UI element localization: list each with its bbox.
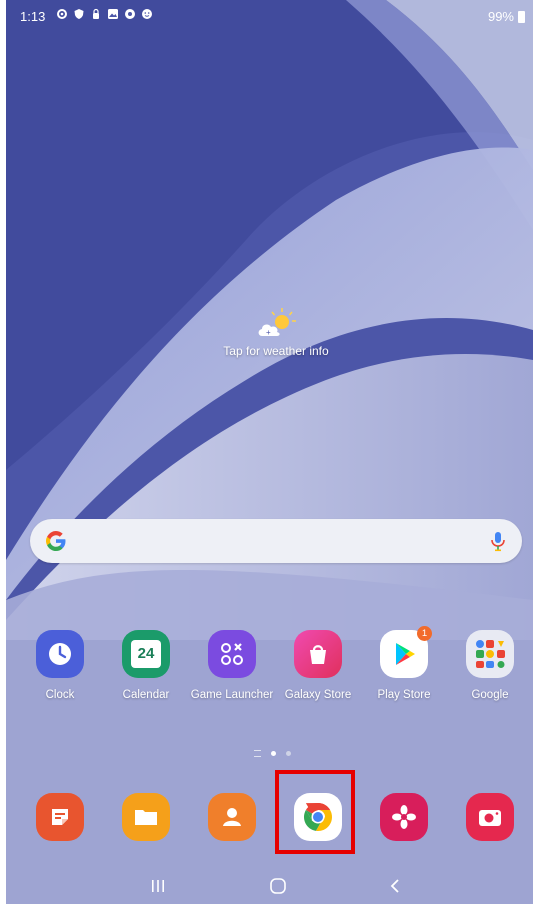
status-right: 99%	[488, 9, 525, 24]
google-search-bar[interactable]	[30, 519, 522, 563]
recents-icon[interactable]	[148, 876, 168, 896]
status-bar: 1:13 99%	[6, 0, 533, 32]
navigation-bar	[6, 866, 533, 904]
mic-icon[interactable]	[488, 529, 508, 553]
weather-widget[interactable]: + Tap for weather info	[206, 306, 346, 358]
home-screen: 1:13 99% + Tap for weather info Clock 24…	[6, 0, 533, 904]
app-label-game-launcher: Game Launcher	[190, 689, 274, 701]
app-galaxy-store[interactable]: Galaxy Store	[275, 630, 361, 701]
wallpaper	[6, 0, 533, 904]
status-notification-icons	[56, 8, 153, 20]
dock-app-camera[interactable]	[466, 793, 514, 841]
app-game-launcher[interactable]: Game Launcher	[189, 630, 275, 701]
notes-icon	[36, 793, 84, 841]
app-google-folder[interactable]: Google	[447, 630, 533, 701]
page-dot-active	[271, 751, 276, 756]
dock-app-bixby[interactable]	[380, 793, 428, 841]
svg-text:+: +	[266, 328, 271, 337]
home-icon[interactable]	[268, 876, 288, 896]
app-label-calendar: Calendar	[122, 689, 170, 701]
weather-text: Tap for weather info	[223, 344, 329, 358]
back-icon[interactable]	[386, 876, 406, 896]
dock-app-my-files[interactable]	[122, 793, 170, 841]
page-dot	[286, 751, 291, 756]
game-launcher-icon	[208, 630, 256, 678]
camera-icon	[466, 793, 514, 841]
galaxy-store-icon	[294, 630, 342, 678]
app-label-galaxy-store: Galaxy Store	[284, 689, 352, 701]
google-folder-icon	[466, 630, 514, 678]
dock	[6, 793, 533, 841]
status-time: 1:13	[20, 9, 46, 24]
dock-app-notes[interactable]	[36, 793, 84, 841]
page-indicator[interactable]	[254, 750, 291, 757]
play-store-icon: 1	[380, 626, 432, 678]
app-label-clock: Clock	[45, 689, 75, 701]
my-files-icon	[122, 793, 170, 841]
shield-icon	[74, 9, 84, 19]
chrome-highlight-box	[275, 770, 355, 854]
page-indicator-home-lines	[254, 750, 261, 757]
sun-cloud-icon: +	[258, 308, 296, 337]
clock-icon	[36, 630, 84, 678]
calendar-icon: 24	[122, 630, 170, 678]
app-calendar[interactable]: 24 Calendar	[103, 630, 189, 701]
play-store-badge: 1	[417, 626, 432, 641]
dock-app-contacts[interactable]	[208, 793, 256, 841]
image-icon	[108, 9, 118, 19]
bixby-flower-icon	[380, 793, 428, 841]
lock-icon	[93, 8, 99, 19]
app-label-google: Google	[471, 689, 509, 701]
app-label-play-store: Play Store	[377, 689, 431, 701]
battery-icon	[518, 10, 525, 23]
google-g-icon	[46, 531, 66, 551]
face-icon	[142, 9, 152, 19]
battery-percent: 99%	[487, 9, 514, 24]
app-play-store[interactable]: 1 Play Store	[361, 626, 447, 701]
sync-icon	[125, 9, 135, 19]
calendar-day: 24	[131, 640, 161, 668]
settings-gear-icon	[57, 9, 67, 19]
app-clock[interactable]: Clock	[17, 630, 103, 701]
contacts-icon	[208, 793, 256, 841]
